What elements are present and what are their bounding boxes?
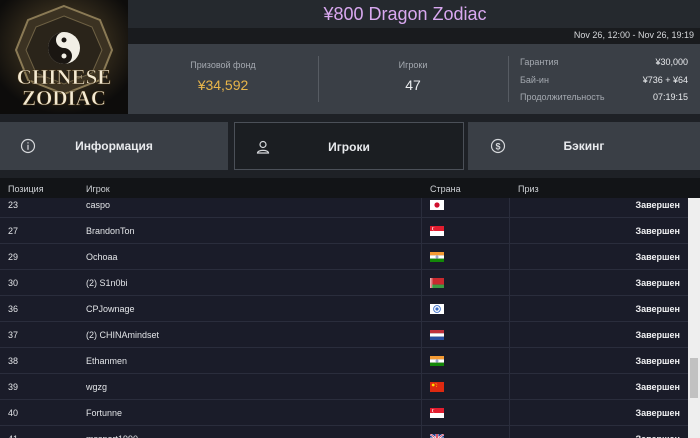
status-cell: Завершен — [635, 382, 680, 392]
un-flag-icon — [430, 304, 444, 314]
player-name-cell: mssport1990 — [86, 434, 138, 438]
buyin-label: Бай-ин — [520, 75, 549, 85]
divider — [318, 56, 319, 102]
prize-pool-value: ¥34,592 — [197, 77, 249, 93]
table-row[interactable]: 36 CPJownage Завершен — [0, 296, 688, 322]
position-cell: 38 — [8, 356, 19, 366]
header-prize[interactable]: Приз — [518, 184, 539, 194]
players-value: 47 — [405, 77, 421, 93]
guarantee-label: Гарантия — [520, 57, 559, 67]
japan-flag-icon — [430, 200, 444, 210]
duration-value: 07:19:15 — [652, 92, 688, 102]
tab-bar: Информация Игроки $ Бэкинг — [0, 114, 700, 178]
players-table-header: Позиция Игрок Страна Приз — [0, 178, 700, 198]
table-scrollbar[interactable] — [688, 198, 700, 438]
header-player[interactable]: Игрок — [86, 184, 110, 194]
prize-pool-label: Призовой фонд — [190, 60, 256, 70]
guarantee-value: ¥30,000 — [655, 57, 688, 67]
status-cell: Завершен — [635, 278, 680, 288]
table-row[interactable]: 29 Ochoaa Завершен — [0, 244, 688, 270]
date-range: Nov 26, 12:00 - Nov 26, 19:19 — [573, 30, 694, 40]
tournament-logo: CHINESE ZODIAC — [0, 0, 128, 114]
guarantee-row: Гарантия ¥30,000 — [520, 57, 688, 71]
india-flag-icon — [430, 356, 444, 366]
table-row[interactable]: 37 (2) CHINAmindset Завершен — [0, 322, 688, 348]
player-name-cell: (2) CHINAmindset — [86, 330, 160, 340]
player-name-cell: Fortunne — [86, 408, 123, 418]
status-cell: Завершен — [635, 434, 680, 438]
players-stat: Игроки 47 — [338, 60, 488, 93]
table-row[interactable]: 23 caspo Завершен — [0, 198, 688, 218]
player-name-cell: Ethanmen — [86, 356, 128, 366]
status-cell: Завершен — [635, 226, 680, 236]
netherlands-flag-icon — [430, 330, 444, 340]
singapore-flag-icon — [430, 226, 444, 236]
table-row[interactable]: 27 BrandonTon Завершен — [0, 218, 688, 244]
tab-players-label: Игроки — [328, 140, 370, 154]
singapore-flag-icon — [430, 408, 444, 418]
table-row[interactable]: 40 Fortunne Завершен — [0, 400, 688, 426]
position-cell: 40 — [8, 408, 19, 418]
chinese-zodiac-logo: CHINESE ZODIAC — [0, 0, 128, 114]
position-cell: 29 — [8, 252, 19, 262]
tab-backing-label: Бэкинг — [563, 139, 605, 153]
logo-text-zodiac: ZODIAC — [22, 86, 106, 110]
buyin-row: Бай-ин ¥736 + ¥64 — [520, 75, 688, 89]
header-position[interactable]: Позиция — [8, 184, 44, 194]
table-row[interactable]: 41 mssport1990 Завершен — [0, 426, 688, 438]
tab-players[interactable]: Игроки — [234, 122, 464, 170]
uk-flag-icon — [430, 434, 444, 438]
status-cell: Завершен — [635, 408, 680, 418]
position-cell: 23 — [8, 200, 19, 210]
status-cell: Завершен — [635, 252, 680, 262]
players-table: 23 caspo Завершен 27 BrandonTon Завершен 29 Och… — [0, 198, 688, 438]
player-name-cell: Ochoaa — [86, 252, 118, 262]
position-cell: 39 — [8, 382, 19, 392]
divider — [508, 56, 509, 102]
position-cell: 30 — [8, 278, 19, 288]
scrollbar-thumb[interactable] — [690, 358, 698, 398]
prize-pool-stat: Призовой фонд ¥34,592 — [148, 60, 298, 93]
position-cell: 36 — [8, 304, 19, 314]
players-label: Игроки — [398, 60, 428, 70]
status-cell: Завершен — [635, 200, 680, 210]
tab-info-label: Информация — [75, 139, 153, 153]
position-cell: 41 — [8, 434, 18, 438]
buyin-value: ¥736 + ¥64 — [642, 75, 688, 85]
table-row[interactable]: 38 Ethanmen Завершен — [0, 348, 688, 374]
player-name-cell: CPJownage — [86, 304, 135, 314]
tournament-summary-panel: Призовой фонд ¥34,592 Игроки 47 Гарантия… — [128, 44, 700, 114]
belarus-flag-icon — [430, 278, 444, 288]
tab-backing[interactable]: $ Бэкинг — [468, 122, 700, 170]
player-name-cell: BrandonTon — [86, 226, 135, 236]
position-cell: 27 — [8, 226, 19, 236]
position-cell: 37 — [8, 330, 19, 340]
header-country[interactable]: Страна — [430, 184, 461, 194]
tab-info[interactable]: Информация — [0, 122, 228, 170]
table-row[interactable]: 30 (2) S1n0bi Завершен — [0, 270, 688, 296]
player-name-cell: (2) S1n0bi — [86, 278, 128, 288]
duration-row: Продолжительность 07:19:15 — [520, 92, 688, 106]
status-cell: Завершен — [635, 304, 680, 314]
tournament-lobby-window: ¥800 Dragon Zodiac Nov 26, 12:00 - Nov 2… — [0, 0, 700, 438]
duration-label: Продолжительность — [520, 92, 605, 102]
status-cell: Завершен — [635, 356, 680, 366]
player-name-cell: caspo — [86, 200, 111, 210]
table-row[interactable]: 39 wgzg Завершен — [0, 374, 688, 400]
china-flag-icon — [430, 382, 444, 392]
player-name-cell: wgzg — [86, 382, 108, 392]
india-flag-icon — [430, 252, 444, 262]
status-cell: Завершен — [635, 330, 680, 340]
